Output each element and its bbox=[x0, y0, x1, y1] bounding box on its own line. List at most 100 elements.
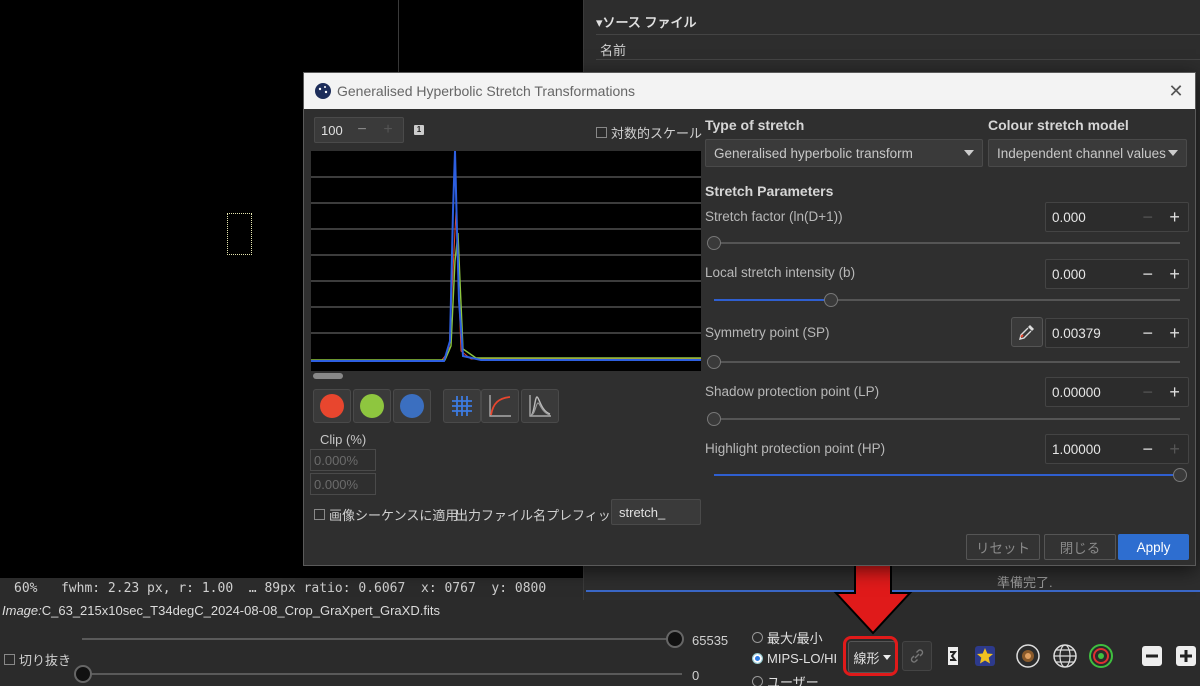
shadow-protection-label: Shadow protection point (LP) bbox=[705, 384, 880, 399]
local-intensity-spinner[interactable]: 0.000 − + bbox=[1045, 259, 1189, 289]
zoom-minus-button[interactable]: − bbox=[349, 121, 375, 139]
image-filename: C_63_215x10sec_T34degC_2024-08-08_Crop_G… bbox=[41, 603, 440, 618]
colour-model-dropdown[interactable]: Independent channel values bbox=[988, 139, 1187, 167]
shadow-protection-plus[interactable]: + bbox=[1161, 382, 1188, 403]
symmetry-point-slider[interactable] bbox=[714, 361, 1180, 363]
highlight-protection-value[interactable]: 1.00000 bbox=[1046, 442, 1134, 457]
log-scale-checkbox[interactable]: 対数的スケール bbox=[596, 123, 702, 142]
radio-mips[interactable]: MIPS-LO/HI bbox=[752, 651, 837, 666]
highlight-protection-handle[interactable] bbox=[1173, 468, 1187, 482]
symmetry-point-spinner[interactable]: 0.00379 − + bbox=[1045, 318, 1189, 348]
stretch-params-label: Stretch Parameters bbox=[705, 183, 834, 199]
original-histogram-toggle[interactable] bbox=[521, 389, 559, 423]
low-cutoff-handle[interactable] bbox=[74, 665, 92, 683]
eyedropper-button[interactable] bbox=[1011, 317, 1043, 347]
apply-sequence-checkbox[interactable]: 画像シーケンスに適用 bbox=[314, 505, 458, 524]
selection-box[interactable] bbox=[227, 213, 252, 255]
high-cutoff-slider[interactable] bbox=[82, 638, 677, 640]
zoom-out-icon[interactable] bbox=[1137, 641, 1167, 671]
histogram-plot[interactable] bbox=[311, 151, 701, 371]
local-intensity-slider-fill bbox=[714, 299, 831, 301]
log-scale-checkbox-box[interactable] bbox=[596, 127, 607, 138]
stretch-factor-label: Stretch factor (ln(D+1)) bbox=[705, 209, 843, 224]
curve-toggle[interactable] bbox=[481, 389, 519, 423]
grid-toggle[interactable] bbox=[443, 389, 481, 423]
low-cutoff-value: 0 bbox=[692, 668, 700, 683]
stretch-factor-handle[interactable] bbox=[707, 236, 721, 250]
log-scale-label: 対数的スケール bbox=[611, 126, 703, 141]
symmetry-point-handle[interactable] bbox=[707, 355, 721, 369]
close-icon[interactable]: ✕ bbox=[1166, 81, 1186, 101]
histogram-scrollbar[interactable] bbox=[313, 373, 343, 379]
annotation-highlight-box bbox=[843, 636, 898, 676]
rotate-icon[interactable] bbox=[938, 641, 968, 671]
photometry-icon[interactable] bbox=[1013, 641, 1043, 671]
shadow-protection-spinner[interactable]: 0.00000 − + bbox=[1045, 377, 1189, 407]
highlight-protection-plus[interactable]: + bbox=[1161, 439, 1188, 460]
target-icon[interactable] bbox=[1086, 641, 1116, 671]
apply-sequence-checkbox-box[interactable] bbox=[314, 509, 325, 520]
stretch-factor-slider[interactable] bbox=[714, 242, 1180, 244]
stretch-factor-minus[interactable]: − bbox=[1134, 207, 1161, 228]
radio-user[interactable]: ユーザー bbox=[752, 672, 819, 686]
radio-mips-label: MIPS-LO/HI bbox=[767, 651, 838, 666]
radio-mips-dot[interactable] bbox=[752, 653, 763, 664]
symmetry-point-minus[interactable]: − bbox=[1134, 323, 1161, 344]
local-intensity-label: Local stretch intensity (b) bbox=[705, 265, 856, 280]
eyedropper-icon bbox=[1019, 325, 1034, 340]
stretch-factor-value[interactable]: 0.000 bbox=[1046, 210, 1134, 225]
shadow-protection-minus[interactable]: − bbox=[1134, 382, 1161, 403]
symmetry-point-value[interactable]: 0.00379 bbox=[1046, 326, 1134, 341]
low-cutoff-slider[interactable] bbox=[82, 673, 682, 675]
shadow-protection-value[interactable]: 0.00000 bbox=[1046, 385, 1134, 400]
histogram-red-curve bbox=[311, 210, 701, 362]
star-photometry-icon[interactable] bbox=[970, 641, 1000, 671]
high-cutoff-handle[interactable] bbox=[666, 630, 684, 648]
stretch-factor-plus[interactable]: + bbox=[1161, 207, 1188, 228]
red-channel-toggle[interactable] bbox=[313, 389, 351, 423]
zoom-plus-button[interactable]: + bbox=[375, 121, 401, 139]
prefix-input[interactable]: stretch_ bbox=[611, 499, 701, 525]
green-channel-toggle[interactable] bbox=[353, 389, 391, 423]
radio-minmax[interactable]: 最大/最小 bbox=[752, 628, 823, 647]
chevron-down-icon bbox=[964, 150, 974, 156]
green-dot-icon bbox=[360, 394, 384, 418]
histogram-zoom-stepper[interactable]: 100 − + bbox=[314, 117, 404, 143]
type-of-stretch-label: Type of stretch bbox=[705, 117, 805, 133]
stretch-factor-spinner[interactable]: 0.000 − + bbox=[1045, 202, 1189, 232]
radio-user-dot[interactable] bbox=[752, 676, 763, 686]
type-of-stretch-dropdown[interactable]: Generalised hyperbolic transform bbox=[705, 139, 983, 167]
ghs-dialog: Generalised Hyperbolic Stretch Transform… bbox=[303, 72, 1196, 566]
highlight-protection-minus[interactable]: − bbox=[1134, 439, 1161, 460]
histogram-zoom-value[interactable]: 100 bbox=[315, 123, 349, 138]
radio-minmax-dot[interactable] bbox=[752, 632, 763, 643]
highlight-protection-spinner[interactable]: 1.00000 − + bbox=[1045, 434, 1189, 464]
crop-checkbox[interactable]: 切り抜き bbox=[4, 650, 71, 669]
shadow-protection-handle[interactable] bbox=[707, 412, 721, 426]
crop-checkbox-box[interactable] bbox=[4, 654, 15, 665]
highlight-protection-slider[interactable] bbox=[714, 474, 1180, 476]
globe-icon[interactable] bbox=[1050, 641, 1080, 671]
local-intensity-value[interactable]: 0.000 bbox=[1046, 267, 1134, 282]
local-intensity-handle[interactable] bbox=[823, 293, 838, 307]
shadow-protection-slider[interactable] bbox=[714, 418, 1180, 420]
local-intensity-minus[interactable]: − bbox=[1134, 264, 1161, 285]
source-files-header[interactable]: ▾ソース ファイル bbox=[596, 12, 697, 31]
colour-model-value: Independent channel values bbox=[997, 145, 1166, 161]
blue-channel-toggle[interactable] bbox=[393, 389, 431, 423]
link-icon[interactable] bbox=[902, 641, 932, 671]
local-intensity-slider[interactable] bbox=[714, 299, 1180, 301]
reset-button[interactable]: リセット bbox=[966, 534, 1040, 560]
local-intensity-plus[interactable]: + bbox=[1161, 264, 1188, 285]
apply-button[interactable]: Apply bbox=[1118, 534, 1189, 560]
red-dot-icon bbox=[320, 394, 344, 418]
zoom-in-icon[interactable] bbox=[1171, 641, 1200, 671]
radio-minmax-label: 最大/最小 bbox=[767, 631, 823, 646]
status-ready-text: 準備完了. bbox=[997, 575, 1053, 590]
close-button[interactable]: 閉じる bbox=[1044, 534, 1116, 560]
name-column-header[interactable]: 名前 bbox=[596, 34, 1200, 60]
symmetry-point-plus[interactable]: + bbox=[1161, 323, 1188, 344]
histogram-blue-curve bbox=[311, 151, 701, 362]
highlight-protection-label: Highlight protection point (HP) bbox=[705, 441, 886, 456]
zoom-one-to-one-icon[interactable]: 1 bbox=[414, 125, 424, 135]
